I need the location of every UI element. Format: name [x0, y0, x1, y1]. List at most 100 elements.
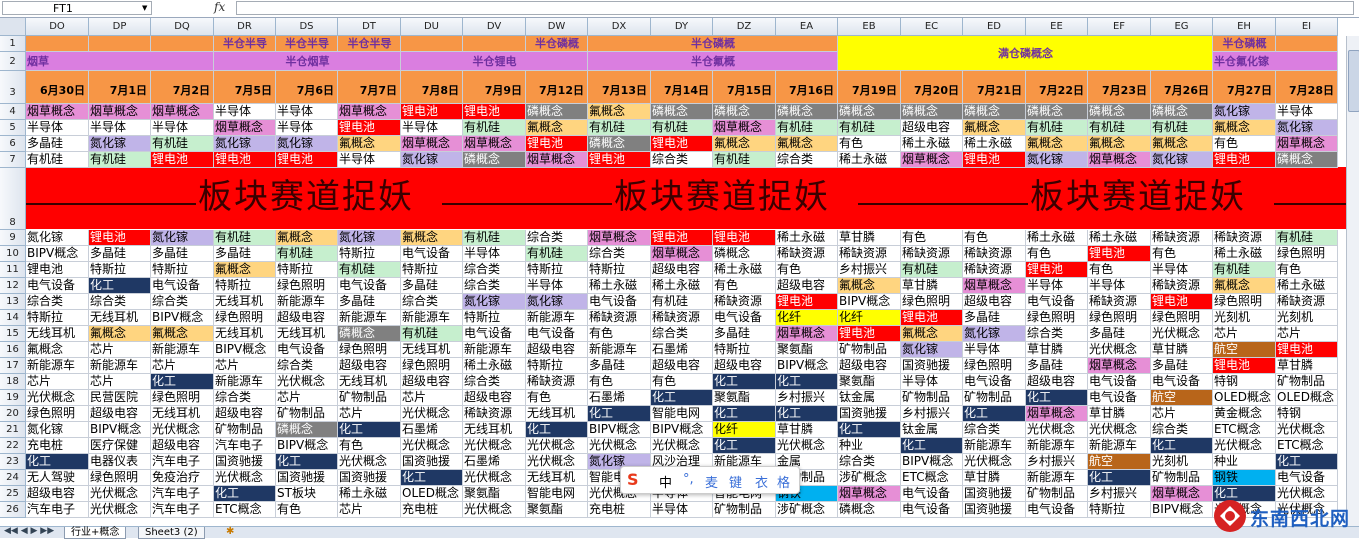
data-cell[interactable]: 矿物制品 [901, 390, 963, 406]
data-cell[interactable]: 绿色照明 [214, 310, 276, 326]
data-cell[interactable]: 新能源车 [1088, 438, 1151, 454]
date-header[interactable]: 7月12日 [526, 71, 588, 104]
data-cell[interactable]: ETC概念 [1213, 422, 1276, 438]
date-header[interactable]: 7月6日 [276, 71, 338, 104]
header-cell[interactable] [89, 36, 151, 52]
header-cell[interactable] [151, 36, 214, 52]
data-cell[interactable]: 氮化镓 [151, 230, 214, 246]
data-cell[interactable]: 无线耳机 [151, 406, 214, 422]
data-cell[interactable]: 种业 [838, 438, 901, 454]
data-cell[interactable]: 多晶硅 [1026, 358, 1088, 374]
data-cell[interactable]: 光刻机 [1213, 310, 1276, 326]
data-cell[interactable]: 有色 [588, 374, 651, 390]
data-cell[interactable]: 稀缺资源 [526, 374, 588, 390]
date-header[interactable]: 7月7日 [338, 71, 401, 104]
column-header[interactable]: DT [338, 18, 401, 36]
data-cell[interactable]: 氟概念 [838, 278, 901, 294]
data-cell[interactable]: 智能电网 [651, 406, 713, 422]
data-cell[interactable]: 有机硅 [776, 120, 838, 136]
data-cell[interactable]: 无线耳机 [26, 326, 89, 342]
name-box[interactable]: FT1 [2, 1, 152, 15]
date-header[interactable]: 7月15日 [713, 71, 776, 104]
data-cell[interactable]: 锂电池 [901, 310, 963, 326]
data-cell[interactable]: 光伏概念 [463, 470, 526, 486]
data-cell[interactable]: 稀缺资源 [1088, 294, 1151, 310]
data-cell[interactable]: ETC概念 [214, 502, 276, 518]
data-cell[interactable]: 烟草概念 [588, 230, 651, 246]
data-cell[interactable]: 草甘膦 [963, 470, 1026, 486]
data-cell[interactable]: OLED概念 [1276, 390, 1338, 406]
data-cell[interactable]: 有机硅 [1088, 120, 1151, 136]
data-cell[interactable]: 稀缺资源 [1276, 294, 1338, 310]
data-cell[interactable]: 综合类 [151, 294, 214, 310]
data-cell[interactable]: 氟概念 [338, 136, 401, 152]
data-cell[interactable]: 氮化镓 [401, 152, 463, 168]
data-cell[interactable]: 磷概念 [276, 422, 338, 438]
data-cell[interactable]: 锂电池 [1213, 152, 1276, 168]
data-cell[interactable]: 种业 [1213, 454, 1276, 470]
data-cell[interactable]: 有色 [1213, 136, 1276, 152]
data-cell[interactable]: 光伏概念 [1276, 422, 1338, 438]
data-cell[interactable]: 多晶硅 [963, 310, 1026, 326]
data-cell[interactable]: 化工 [1088, 470, 1151, 486]
data-cell[interactable]: 氟概念 [526, 120, 588, 136]
scroll-thumb[interactable] [1348, 50, 1359, 112]
data-cell[interactable]: 医疗保健 [89, 438, 151, 454]
data-cell[interactable]: 无人驾驶 [26, 470, 89, 486]
data-cell[interactable]: 稀缺资源 [901, 246, 963, 262]
data-cell[interactable]: 多晶硅 [214, 246, 276, 262]
data-cell[interactable]: 稀土永磁 [651, 278, 713, 294]
data-cell[interactable]: 烟草概念 [651, 246, 713, 262]
data-cell[interactable]: 草甘膦 [901, 278, 963, 294]
data-cell[interactable]: 电气设备 [26, 278, 89, 294]
data-cell[interactable]: 锂电池 [776, 294, 838, 310]
data-cell[interactable]: 超级电容 [713, 358, 776, 374]
data-cell[interactable]: 新能源车 [26, 358, 89, 374]
data-cell[interactable]: 乡村振兴 [838, 262, 901, 278]
data-cell[interactable]: 光伏概念 [338, 454, 401, 470]
data-cell[interactable]: 绿色照明 [1276, 246, 1338, 262]
data-cell[interactable]: 化工 [401, 470, 463, 486]
data-cell[interactable]: BIPV概念 [901, 454, 963, 470]
data-cell[interactable]: 氟概念 [26, 342, 89, 358]
data-cell[interactable]: 稀土永磁 [1213, 246, 1276, 262]
data-cell[interactable]: 新能源车 [463, 342, 526, 358]
data-cell[interactable]: 绿色照明 [963, 358, 1026, 374]
data-cell[interactable]: 有色 [338, 438, 401, 454]
data-cell[interactable]: 半导体 [963, 342, 1026, 358]
data-cell[interactable]: 锂电池 [1151, 294, 1213, 310]
date-header[interactable]: 7月27日 [1213, 71, 1276, 104]
data-cell[interactable]: 氟概念 [901, 326, 963, 342]
row-header[interactable]: 22 [0, 438, 26, 454]
data-cell[interactable]: 光伏概念 [276, 374, 338, 390]
data-cell[interactable]: BIPV概念 [276, 438, 338, 454]
data-cell[interactable]: 光伏概念 [1088, 342, 1151, 358]
row-header[interactable]: 1 [0, 36, 26, 52]
data-cell[interactable]: 国资驰援 [214, 454, 276, 470]
data-cell[interactable]: 国资驰援 [401, 454, 463, 470]
data-cell[interactable]: 磷概念 [1276, 152, 1338, 168]
data-cell[interactable]: 芯片 [1276, 326, 1338, 342]
data-cell[interactable]: 综合类 [26, 294, 89, 310]
data-cell[interactable]: 化工 [89, 278, 151, 294]
data-cell[interactable]: 有机硅 [901, 262, 963, 278]
data-cell[interactable]: BIPV概念 [214, 342, 276, 358]
data-cell[interactable]: 超级电容 [776, 278, 838, 294]
date-header[interactable]: 7月21日 [963, 71, 1026, 104]
data-cell[interactable]: 化工 [713, 406, 776, 422]
data-cell[interactable]: 超级电容 [651, 358, 713, 374]
column-header[interactable]: EG [1151, 18, 1213, 36]
punctuation-icon[interactable]: °, [683, 472, 694, 487]
data-cell[interactable]: 新能源车 [401, 310, 463, 326]
data-cell[interactable]: 矿物制品 [1026, 486, 1088, 502]
data-cell[interactable]: 光伏概念 [1088, 422, 1151, 438]
data-cell[interactable]: 氮化镓 [338, 230, 401, 246]
data-cell[interactable]: 新能源车 [214, 374, 276, 390]
data-cell[interactable]: 国资驰援 [963, 486, 1026, 502]
new-sheet-icon[interactable]: ✱ [226, 526, 234, 537]
column-header[interactable]: EB [838, 18, 901, 36]
column-header[interactable]: EC [901, 18, 963, 36]
data-cell[interactable]: 电气设备 [338, 278, 401, 294]
data-cell[interactable]: 特斯拉 [463, 310, 526, 326]
data-cell[interactable]: 烟草概念 [713, 120, 776, 136]
